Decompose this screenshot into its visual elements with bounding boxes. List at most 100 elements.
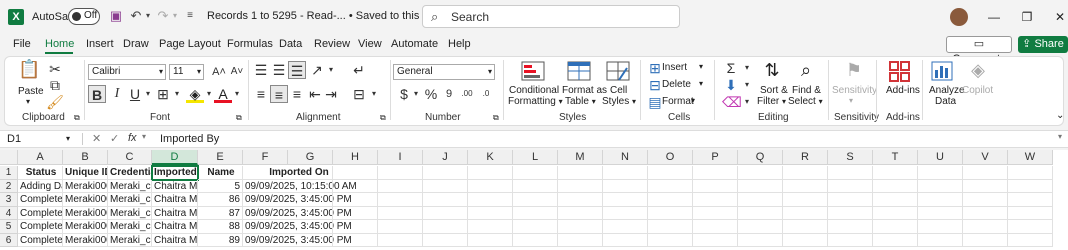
cell-w1[interactable] [1008, 166, 1053, 180]
cell-t6[interactable] [873, 233, 918, 247]
confirm-formula-icon[interactable]: ✓ [110, 132, 119, 145]
row-header[interactable]: 6 [0, 233, 18, 247]
cell-u5[interactable] [918, 220, 963, 234]
cell-d2[interactable]: Chaitra ML [152, 179, 198, 193]
formula-content[interactable]: Imported By [160, 133, 219, 145]
cell-t3[interactable] [873, 193, 918, 207]
row-header[interactable]: 5 [0, 220, 18, 234]
cell-j2[interactable] [423, 179, 468, 193]
cell-n3[interactable] [603, 193, 648, 207]
cell-t5[interactable] [873, 220, 918, 234]
cell-l6[interactable] [513, 233, 558, 247]
cell-n1[interactable] [603, 166, 648, 180]
undo-dropdown-icon[interactable]: ▾ [140, 8, 156, 24]
cell-t4[interactable] [873, 206, 918, 220]
cell-l3[interactable] [513, 193, 558, 207]
cell-t2[interactable] [873, 179, 918, 193]
cell-r6[interactable] [783, 233, 828, 247]
column-header-h[interactable]: H [333, 150, 378, 165]
cell-w5[interactable] [1008, 220, 1053, 234]
column-header-u[interactable]: U [918, 150, 963, 165]
cell-v3[interactable] [963, 193, 1008, 207]
tab-draw[interactable]: Draw [123, 38, 149, 50]
cell-j4[interactable] [423, 206, 468, 220]
cell-n6[interactable] [603, 233, 648, 247]
cell-v6[interactable] [963, 233, 1008, 247]
save-icon[interactable]: ▣ [108, 8, 124, 24]
paste-button[interactable]: Paste [18, 86, 44, 97]
column-header-t[interactable]: T [873, 150, 918, 165]
close-icon[interactable]: ✕ [1050, 7, 1068, 27]
cell-r3[interactable] [783, 193, 828, 207]
cell-s6[interactable] [828, 233, 873, 247]
delete-cells-button[interactable]: Delete [662, 79, 691, 90]
align-bottom-icon[interactable]: ☰ [288, 61, 306, 79]
cell-a4[interactable]: Completec [18, 206, 63, 220]
column-header-m[interactable]: M [558, 150, 603, 165]
copy-icon[interactable]: ⧉ [46, 76, 64, 94]
cell-p5[interactable] [693, 220, 738, 234]
insert-function-icon[interactable]: fx [128, 132, 137, 144]
restore-icon[interactable]: ❐ [1017, 7, 1037, 27]
font-name-select[interactable]: Calibri ▾ [88, 64, 166, 80]
conditional-formatting-line1[interactable]: Conditional [509, 85, 559, 96]
expand-formula-icon[interactable]: ▾ [1058, 132, 1062, 141]
cell-g3[interactable] [288, 193, 333, 207]
decrease-decimal-icon[interactable]: .0 [477, 85, 495, 103]
cell-h1[interactable] [333, 166, 378, 180]
cell-j5[interactable] [423, 220, 468, 234]
find-select-button[interactable]: Select ▾ [788, 96, 823, 107]
cell-q6[interactable] [738, 233, 783, 247]
format-as-table-line1[interactable]: Format as [562, 85, 607, 96]
number-launcher-icon[interactable]: ⧉ [493, 113, 499, 123]
comma-style-icon[interactable]: 9 [440, 85, 458, 103]
cell-s5[interactable] [828, 220, 873, 234]
cell-n4[interactable] [603, 206, 648, 220]
tab-view[interactable]: View [358, 38, 382, 50]
cell-p2[interactable] [693, 179, 738, 193]
sort-filter-button[interactable]: Filter ▾ [757, 96, 786, 107]
cell-u3[interactable] [918, 193, 963, 207]
cell-e3[interactable]: 86 [198, 193, 243, 207]
find-select-icon[interactable]: ⌕ [792, 60, 820, 86]
cell-l4[interactable] [513, 206, 558, 220]
decrease-font-icon[interactable]: A˅ [228, 63, 246, 81]
cell-s2[interactable] [828, 179, 873, 193]
cell-s1[interactable] [828, 166, 873, 180]
cell-styles-button[interactable]: Styles ▾ [602, 96, 636, 107]
column-header-c[interactable]: C [108, 150, 152, 165]
paste-dropdown-icon[interactable]: ▾ [26, 97, 30, 106]
clear-dropdown-icon[interactable]: ▾ [738, 93, 756, 111]
analyze-data-line1[interactable]: Analyze [929, 85, 965, 96]
cell-a3[interactable]: Completec [18, 193, 63, 207]
cell-e4[interactable]: 87 [198, 206, 243, 220]
chevron-down-icon[interactable]: ▾ [849, 96, 853, 105]
cell-o2[interactable] [648, 179, 693, 193]
name-box[interactable]: D1 ▾ [4, 131, 76, 147]
format-cells-button[interactable]: Format [662, 96, 694, 107]
cell-k4[interactable] [468, 206, 513, 220]
column-header-j[interactable]: J [423, 150, 468, 165]
comments-button[interactable]: ▭ Comments [946, 36, 1012, 65]
format-painter-icon[interactable]: 🖌 [46, 93, 64, 111]
cell-k6[interactable] [468, 233, 513, 247]
cell-m1[interactable] [558, 166, 603, 180]
column-header-i[interactable]: I [378, 150, 423, 165]
find-select-line1[interactable]: Find & [792, 85, 821, 96]
cell-i1[interactable] [378, 166, 423, 180]
cancel-formula-icon[interactable]: ✕ [92, 132, 101, 145]
customize-qat-icon[interactable]: ≡ [182, 8, 198, 24]
cell-m3[interactable] [558, 193, 603, 207]
cell-a1[interactable]: Status [18, 166, 63, 180]
cell-o6[interactable] [648, 233, 693, 247]
cell-i2[interactable] [378, 179, 423, 193]
orientation-dropdown-icon[interactable]: ▾ [322, 61, 340, 79]
cell-m5[interactable] [558, 220, 603, 234]
cell-t1[interactable] [873, 166, 918, 180]
borders-dropdown-icon[interactable]: ▾ [168, 85, 186, 103]
align-top-icon[interactable]: ☰ [252, 61, 270, 79]
fill-dropdown-icon[interactable]: ▾ [738, 76, 756, 94]
cell-r2[interactable] [783, 179, 828, 193]
cell-c2[interactable]: Meraki_cre [108, 179, 152, 193]
share-button[interactable]: ⇪ Share [1018, 36, 1068, 53]
